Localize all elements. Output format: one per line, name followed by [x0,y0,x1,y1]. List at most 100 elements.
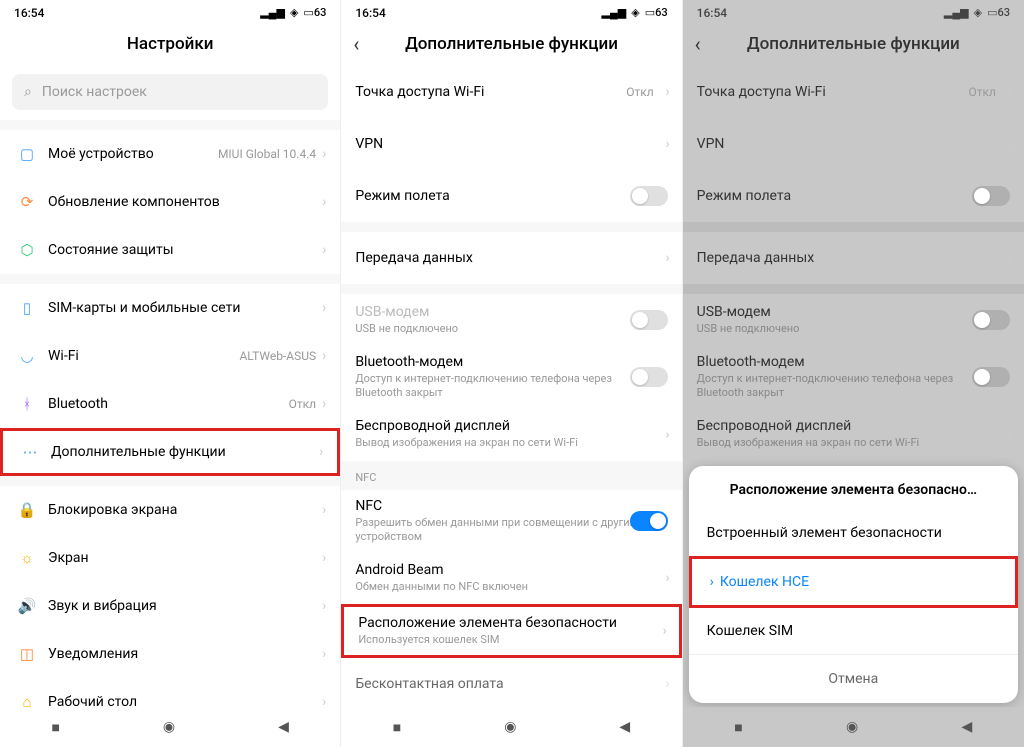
row-bt-modem[interactable]: Bluetooth-модемДоступ к интернет-подключ… [341,346,681,409]
chevron-right-icon: › [665,250,669,266]
security-element-dialog: Расположение элемента безопасно… Встроен… [689,466,1018,703]
row-contactless-pay[interactable]: Бесконтактная оплата› [341,658,681,710]
dialog-option-builtin[interactable]: Встроенный элемент безопасности [689,510,1018,556]
row-nfc[interactable]: NFCРазрешить обмен данными при совмещени… [341,490,681,553]
nav-home-icon[interactable]: ◉ [163,719,175,735]
header: Настройки [0,22,340,66]
row-wireless-display[interactable]: Беспроводной дисплейВывод изображения на… [341,409,681,461]
row-hotspot[interactable]: Точка доступа Wi-FiОткл› [683,66,1024,118]
status-time: 16:54 [355,6,385,20]
chevron-right-icon: › [322,550,326,566]
status-right: ▂▄▆◈▭63 [602,6,668,19]
shield-icon: ⬡ [14,241,40,259]
nav-recent-icon[interactable]: ■ [51,719,59,736]
chevron-right-icon: › [662,623,666,639]
settings-group-1: ▢Моё устройствоMIUI Global 10.4.4› ⟳Обно… [0,130,340,274]
nav-back-icon[interactable]: ◀ [278,719,289,735]
row-bt-modem[interactable]: Bluetooth-модемДоступ к интернет-подключ… [683,346,1024,409]
airplane-toggle[interactable] [972,186,1010,206]
chevron-right-icon: › [322,194,326,210]
dialog-option-sim[interactable]: Кошелек SIM [689,608,1018,654]
chevron-right-icon: › [322,348,326,364]
row-android-beam[interactable]: Android BeamОбмен данными по NFC включен… [341,552,681,604]
chevron-right-icon: › [1008,250,1012,266]
nav-home-icon[interactable]: ◉ [504,719,516,735]
row-notifications[interactable]: ◫Уведомления› [0,630,340,678]
dialog-option-hce[interactable]: ›Кошелек HCE [689,556,1018,608]
row-device[interactable]: ▢Моё устройствоMIUI Global 10.4.4› [0,130,340,178]
row-wifi[interactable]: ◡Wi-FiALTWeb-ASUS› [0,332,340,380]
more-icon: ⋯ [17,443,43,461]
nav-bar: ■ ◉ ◀ [683,707,1024,747]
nav-recent-icon[interactable]: ■ [734,719,742,736]
back-button[interactable]: ‹ [353,32,359,56]
lock-icon: 🔒 [14,501,40,519]
row-bluetooth[interactable]: ᚼBluetoothОткл› [0,380,340,428]
status-time: 16:54 [697,6,727,20]
settings-group-3: 🔒Блокировка экрана› ☼Экран› 🔊Звук и вибр… [0,486,340,726]
chevron-right-icon: › [322,146,326,162]
row-sim[interactable]: ▯SIM-карты и мобильные сети› [0,284,340,332]
status-bar: 16:54 ▂▄▆ ◈ ▭63 [0,0,340,22]
dialog-title: Расположение элемента безопасно… [689,466,1018,510]
chevron-right-icon: › [665,136,669,152]
row-data-transfer[interactable]: Передача данных› [683,232,1024,284]
status-bar: 16:54 ▂▄▆◈▭63 [341,0,681,22]
chevron-right-icon: › [322,502,326,518]
row-security-status[interactable]: ⬡Состояние защиты› [0,226,340,274]
row-display[interactable]: ☼Экран› [0,534,340,582]
header: ‹ Дополнительные функции [683,22,1024,66]
usb-toggle [972,310,1010,330]
bt-toggle[interactable] [972,367,1010,387]
row-updates[interactable]: ⟳Обновление компонентов› [0,178,340,226]
usb-toggle [630,310,668,330]
page-title: Настройки [127,34,214,54]
page-title: Дополнительные функции [405,34,618,54]
back-button[interactable]: ‹ [695,32,701,56]
chevron-right-icon: › [665,84,669,100]
row-vpn[interactable]: VPN› [341,118,681,170]
nav-back-icon[interactable]: ◀ [619,719,630,735]
row-wireless-display[interactable]: Беспроводной дисплейВывод изображения на… [683,409,1024,461]
battery-icon: ▭63 [303,6,326,19]
nav-bar: ■ ◉ ◀ [341,707,681,747]
row-airplane[interactable]: Режим полета [341,170,681,222]
update-icon: ⟳ [14,193,40,211]
row-lockscreen[interactable]: 🔒Блокировка экрана› [0,486,340,534]
signal-icon: ▂▄▆ [260,6,285,19]
row-security-element[interactable]: Расположение элемента безопасностиИсполь… [341,604,681,658]
phone-1-settings: 16:54 ▂▄▆ ◈ ▭63 Настройки ⌕ Поиск настро… [0,0,341,747]
row-sound[interactable]: 🔊Звук и вибрация› [0,582,340,630]
status-right: ▂▄▆◈▭63 [944,6,1010,19]
chevron-right-icon: › [665,427,669,443]
chevron-right-icon: › [665,676,669,692]
display-icon: ☼ [14,549,40,567]
section-nfc: NFC [341,461,681,490]
notification-icon: ◫ [14,645,40,663]
search-placeholder: Поиск настроек [42,84,147,100]
chevron-right-icon: › [319,444,323,460]
nav-recent-icon[interactable]: ■ [393,719,401,736]
row-airplane[interactable]: Режим полета [683,170,1024,222]
row-vpn[interactable]: VPN› [683,118,1024,170]
nfc-toggle[interactable] [630,511,668,531]
dialog-cancel-button[interactable]: Отмена [689,654,1018,703]
bt-toggle[interactable] [630,367,668,387]
row-hotspot[interactable]: Точка доступа Wi-FiОткл› [341,66,681,118]
chevron-right-icon: › [322,646,326,662]
wifi-icon: ◈ [290,6,298,19]
sim-icon: ▯ [14,299,40,317]
airplane-toggle[interactable] [630,186,668,206]
chevron-right-icon: › [1008,427,1012,443]
search-icon: ⌕ [24,84,32,100]
search-input[interactable]: ⌕ Поиск настроек [12,74,328,110]
chevron-right-icon: › [322,300,326,316]
status-bar: 16:54 ▂▄▆◈▭63 [683,0,1024,22]
row-data-transfer[interactable]: Передача данных› [341,232,681,284]
nav-home-icon[interactable]: ◉ [846,719,858,735]
nav-back-icon[interactable]: ◀ [962,719,973,735]
device-icon: ▢ [14,145,40,163]
row-additional-features[interactable]: ⋯Дополнительные функции› [0,428,340,476]
row-usb-modem: USB-модемUSB не подключено [341,294,681,346]
chevron-right-icon: › [322,396,326,412]
